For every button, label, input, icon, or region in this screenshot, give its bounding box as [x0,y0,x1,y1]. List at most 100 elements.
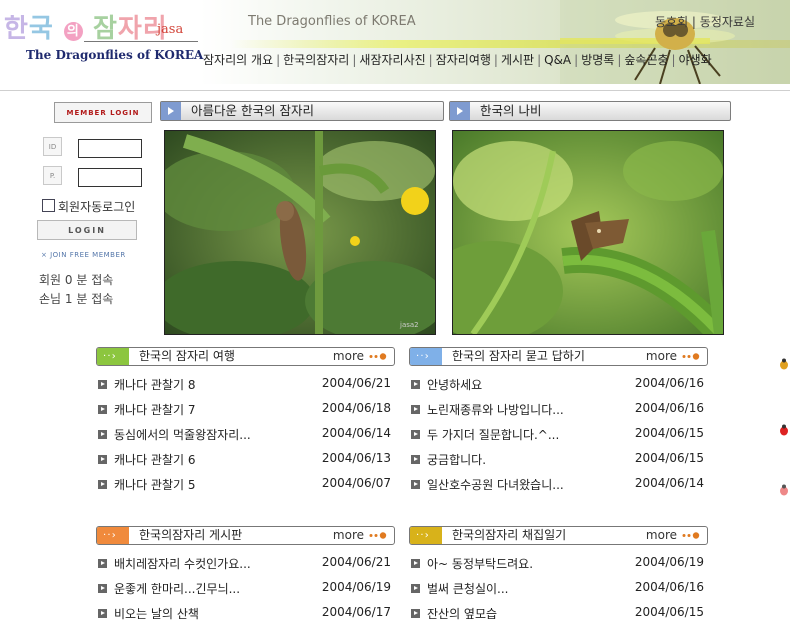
post-title[interactable]: 일산호수공원 다녀왔습니... [427,476,564,493]
post-title[interactable]: 캐나다 관찰기 8 [114,376,196,393]
board-row[interactable]: 캐나다 관찰기 6 2004/06/13 [98,451,391,471]
more-link[interactable]: more [333,348,364,365]
more-dots-icon[interactable] [681,532,701,539]
post-date: 2004/06/19 [321,580,391,594]
board-row[interactable]: 캐나다 관찰기 5 2004/06/07 [98,476,391,496]
ladybug-icon [780,358,788,370]
post-date: 2004/06/16 [634,401,704,415]
post-date: 2004/06/13 [321,451,391,465]
board-row[interactable]: 동심에서의 먹줄왕잠자리... 2004/06/14 [98,426,391,446]
more-dots-icon[interactable] [368,532,388,539]
logo-char: 한 [4,14,29,44]
bullet-arrow-icon [411,609,420,618]
member-login-header: MEMBER LOGIN [54,102,152,123]
post-date: 2004/06/16 [634,580,704,594]
board-row[interactable]: 벌써 큰청실이... 2004/06/16 [411,580,704,600]
board-row[interactable]: 아~ 동정부탁드려요. 2004/06/19 [411,555,704,575]
bullet-arrow-icon [98,584,107,593]
nav-item-guestbook[interactable]: 방명록 [581,53,614,67]
post-title[interactable]: 두 가지더 질문합니다.^... [427,426,559,443]
banner-english-title: The Dragonflies of KOREA [248,14,416,29]
board-row[interactable]: 일산호수공원 다녀왔습니... 2004/06/14 [411,476,704,496]
arrow-icon: · · › [416,530,429,541]
post-date: 2004/06/15 [634,605,704,619]
main-nav: 잠자리의 개요 | 한국의잠자리 | 새잠자리사진 | 잠자리여행 | 게시판 | Q&A | 방명록 |… [203,53,712,67]
board-row[interactable]: 궁금합니다. 2004/06/15 [411,451,704,471]
logo-char: 의 [63,22,83,41]
password-label: P. [43,166,62,185]
board-header: · · › 한국의 잠자리 여행 more [96,347,395,366]
more-dots-icon[interactable] [368,353,388,360]
board-row[interactable]: 캐나다 관찰기 7 2004/06/18 [98,401,391,421]
id-input[interactable] [78,139,142,158]
logo-jasa: jasa [157,22,184,37]
bullet-arrow-icon [411,430,420,439]
photo-watermark: jasa2 [399,321,419,329]
post-title[interactable]: 캐나다 관찰기 6 [114,451,196,468]
post-title[interactable]: 배치레잠자리 수컷인가요... [114,555,251,572]
post-title[interactable]: 캐나다 관찰기 5 [114,476,196,493]
post-date: 2004/06/16 [634,376,704,390]
login-button[interactable]: LOGIN [37,220,137,240]
board-header: · · › 한국의잠자리 게시판 more [96,526,395,545]
post-title[interactable]: 안녕하세요 [427,376,482,393]
nav-item-forest-insects[interactable]: 숲속곤충 [624,53,668,67]
bullet-arrow-icon [98,405,107,414]
board-row[interactable]: 배치레잠자리 수컷인가요... 2004/06/21 [98,555,391,575]
post-date: 2004/06/15 [634,451,704,465]
more-link[interactable]: more [333,527,364,544]
post-date: 2004/06/21 [321,376,391,390]
nav-item-qa[interactable]: Q&A [544,53,571,67]
more-link[interactable]: more [646,527,677,544]
dragonfly-photo[interactable]: jasa2 [164,130,436,335]
post-title[interactable]: 궁금합니다. [427,451,486,468]
post-title[interactable]: 아~ 동정부탁드려요. [427,555,533,572]
id-label: ID [43,137,62,156]
nav-item-korean-dragonflies[interactable]: 한국의잠자리 [283,53,349,67]
board-header: · · › 한국의잠자리 채집일기 more [409,526,708,545]
arrow-icon: · · › [416,351,429,362]
site-logo[interactable]: 한국 의 잠자리 [4,8,168,45]
top-links[interactable]: 동호회 | 동정자료실 [655,13,755,30]
ladybug-icon [780,424,788,436]
bullet-arrow-icon [98,559,107,568]
bullet-arrow-icon [98,430,107,439]
header-divider [0,90,790,91]
join-member-link[interactable]: × JOIN FREE MEMBER [41,251,126,259]
board-cap: · · › [410,527,442,544]
board-row[interactable]: 캐나다 관찰기 8 2004/06/21 [98,376,391,396]
board-row[interactable]: 운좋게 한마리...긴무늬... 2004/06/19 [98,580,391,600]
post-title[interactable]: 비오는 날의 산책 [114,605,199,622]
bullet-arrow-icon [98,480,107,489]
nav-item-board[interactable]: 게시판 [501,53,534,67]
board-cap: · · › [97,348,129,365]
post-title[interactable]: 동심에서의 먹줄왕잠자리... [114,426,251,443]
bullet-arrow-icon [411,559,420,568]
butterfly-photo-image [453,131,723,334]
post-title[interactable]: 운좋게 한마리...긴무늬... [114,580,240,597]
autologin-checkbox[interactable] [42,199,55,212]
board-row[interactable]: 노린재종류와 나방입니다... 2004/06/16 [411,401,704,421]
nav-item-travel[interactable]: 잠자리여행 [436,53,491,67]
more-dots-icon[interactable] [681,353,701,360]
post-date: 2004/06/21 [321,555,391,569]
bullet-arrow-icon [411,405,420,414]
board-row[interactable]: 두 가지더 질문합니다.^... 2004/06/15 [411,426,704,446]
more-link[interactable]: more [646,348,677,365]
board-title: 한국의 잠자리 여행 [139,349,235,363]
board-row[interactable]: 안녕하세요 2004/06/16 [411,376,704,396]
nav-item-overview[interactable]: 잠자리의 개요 [203,53,273,67]
bullet-arrow-icon [98,609,107,618]
butterfly-photo[interactable] [452,130,724,335]
post-date: 2004/06/07 [321,476,391,490]
post-title[interactable]: 캐나다 관찰기 7 [114,401,196,418]
nav-item-new-photos[interactable]: 새잠자리사진 [359,53,425,67]
post-title[interactable]: 노린재종류와 나방입니다... [427,401,564,418]
post-title[interactable]: 벌써 큰청실이... [427,580,509,597]
section-header-butterfly-photo: 한국의 나비 [449,101,731,121]
board-row[interactable]: 잔산의 옆모습 2004/06/15 [411,605,704,625]
board-row[interactable]: 비오는 날의 산책 2004/06/17 [98,605,391,625]
nav-item-wildflowers[interactable]: 야생화 [679,53,712,67]
post-title[interactable]: 잔산의 옆모습 [427,605,497,622]
password-input[interactable] [78,168,142,187]
